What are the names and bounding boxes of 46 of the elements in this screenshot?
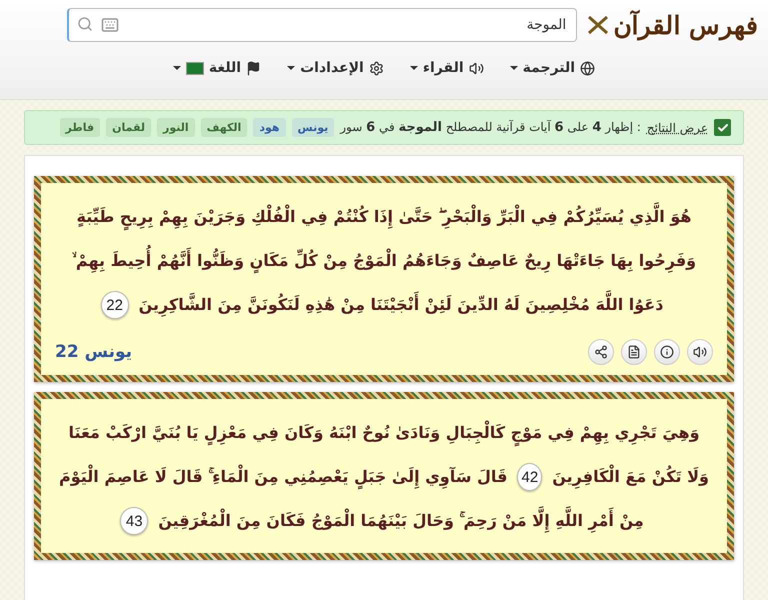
caret-icon (287, 66, 296, 70)
nav-menu-item[interactable]: الإعدادات (287, 60, 384, 76)
share-icon (594, 345, 608, 359)
nav-menu-item[interactable]: الترجمة (510, 60, 596, 76)
verse-text: وَهِيَ تَجْرِي بِهِمْ فِي مَوْجٍ كَالْجِبَالِ وَنَادَىٰ نُوحٌ ابْنَهُ وَكَانَ فِي مَعْزِلٍ يَا بُنَيَّ ارْكَبْ مَعَنَا (64, 413, 704, 453)
audio-button[interactable] (687, 339, 713, 365)
surah-tag[interactable]: هود (253, 118, 286, 137)
verse-number: 43 (120, 507, 148, 535)
search-icon[interactable] (77, 16, 94, 32)
verse-text: قَالَ سَآوِي إِلَىٰ جَبَلٍ يَعْصِمُنِي مِنَ الْمَاءِ ۚ قَالَ لَا عَاصِمَ الْيَوْمَ (55, 457, 512, 497)
document-icon (627, 345, 641, 359)
verse-number: 22 (100, 291, 129, 319)
search-field[interactable]: الموجة (67, 8, 578, 42)
surah-tag[interactable]: فاطر (60, 118, 100, 137)
caret-icon (172, 66, 181, 70)
speaker-icon (693, 345, 707, 359)
surah-tag[interactable]: لقمان (106, 118, 152, 137)
verse-number: 42 (517, 463, 542, 491)
verse-text: وَفَرِحُوا بِهَا جَاءَتْهَا رِيحٌ عَاصِفٌ وَجَاءَهُمُ الْمَوْجُ مِنْ كُلِّ مَكَانٍ وَظَنُّوا أَنَّهُمْ أُحِيطَ بِهِمْ ۙ (68, 241, 700, 281)
results-link[interactable]: عرض النتائج (646, 120, 708, 134)
surah-tag[interactable]: النور (157, 118, 195, 137)
logo-text: فهرس القرآن (613, 10, 758, 40)
pdf-button[interactable] (621, 339, 647, 365)
verse-text: هُوَ الَّذِي يُسَيِّرُكُمْ فِي الْبَرِّ وَالْبَحْرِ ۖ حَتَّىٰ إِذَا كُنْتُمْ فِي الْفُلْكِ وَجَرَيْنَ بِهِمْ بِرِيحٍ طَيِّبَةٍ (72, 197, 696, 237)
surah-tag[interactable]: الكهف (200, 118, 248, 137)
speaker-icon (468, 60, 484, 76)
nav-menu-item[interactable]: القراء (410, 60, 484, 76)
verse-text: وَلَا تَكُنْ مَعَ الْكَافِرِينَ (548, 457, 713, 497)
caret-icon (510, 66, 518, 70)
info-icon (660, 345, 674, 359)
check-icon (716, 122, 728, 134)
nav-menu-item[interactable]: اللغة (172, 60, 262, 76)
caret-icon (410, 66, 418, 70)
site-logo[interactable]: فهرس القرآن (587, 10, 758, 40)
surah-tag[interactable]: يونس (292, 118, 334, 137)
share-button[interactable] (588, 339, 614, 365)
info-button[interactable] (654, 339, 680, 365)
results-checkbox[interactable] (714, 119, 731, 136)
keyboard-icon[interactable] (101, 16, 120, 34)
globe-icon (580, 60, 596, 76)
verse-text: دَعَوُا اللَّهَ مُخْلِصِينَ لَهُ الدِّينَ لَئِنْ أَنْجَيْتَنَا مِنْ هَٰذِهِ لَنَكُونَنَّ مِنَ الشَّاكِرِينَ (134, 285, 668, 325)
flag-icon (246, 60, 262, 76)
gear-icon (368, 60, 384, 76)
verse-text: مِنْ أَمْرِ اللَّهِ إِلَّا مَنْ رَحِمَ ۚ وَحَالَ بَيْنَهُمَا الْمَوْجُ فَكَانَ مِنَ الْمُغْرَقِينَ (154, 501, 648, 541)
verse-reference[interactable]: يونس 22 (55, 342, 132, 362)
flag-image (186, 62, 204, 74)
